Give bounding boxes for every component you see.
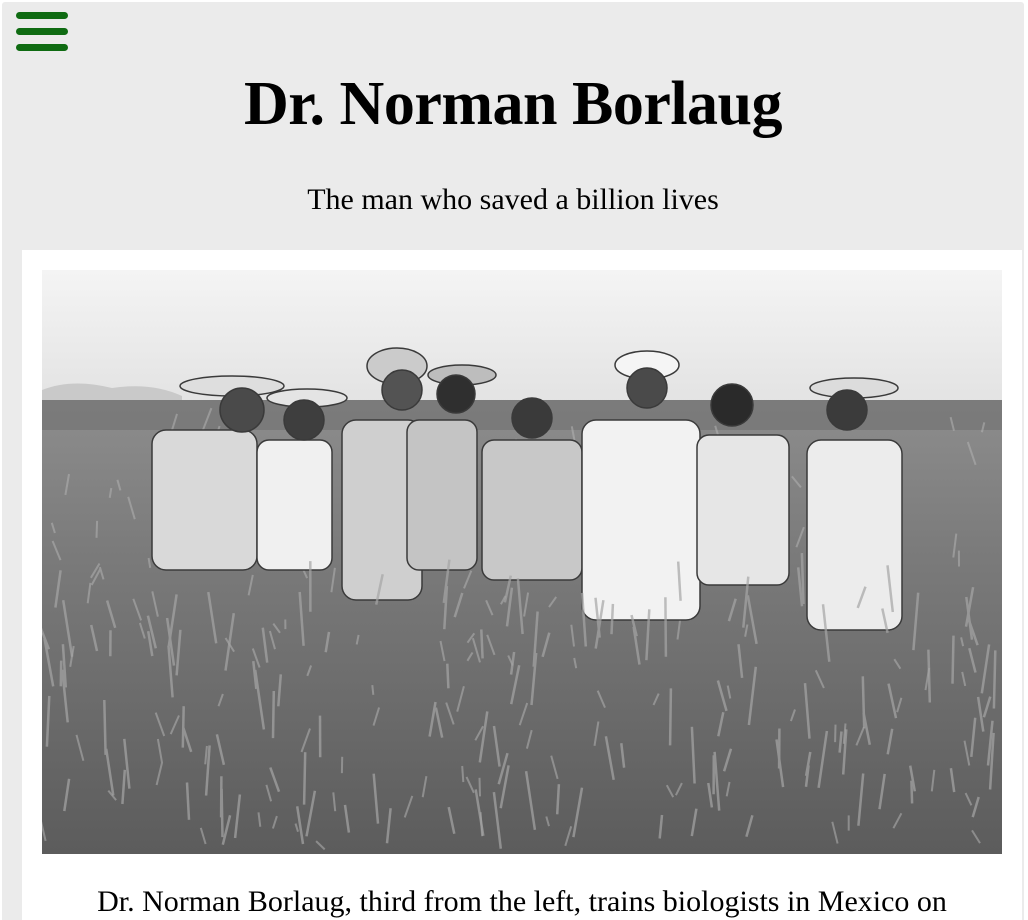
grass-stroke: [927, 649, 932, 703]
grass-stroke: [664, 597, 668, 657]
page-subtitle: The man who saved a billion lives: [307, 183, 719, 216]
grass-stroke: [95, 520, 99, 538]
grass-stroke: [302, 752, 307, 805]
grass-stroke: [461, 765, 465, 783]
page-container: Dr. Norman Borlaug The man who saved a b…: [2, 2, 1024, 920]
grass-stroke: [800, 553, 805, 605]
grass-stroke: [910, 780, 914, 804]
menu-bar-middle: [16, 28, 68, 35]
grass-stroke: [610, 603, 615, 635]
hamburger-menu-icon[interactable]: [16, 12, 68, 56]
grass-stroke: [555, 784, 561, 815]
grass-stroke: [220, 788, 224, 838]
menu-bar-bottom: [16, 44, 68, 51]
grass-stroke: [951, 635, 955, 684]
photo-caption: Dr. Norman Borlaug, third from the left,…: [97, 885, 947, 918]
grass-stroke: [668, 688, 673, 746]
grass-stroke: [478, 777, 481, 797]
grass-stroke: [480, 629, 484, 659]
grass-stroke: [446, 663, 450, 689]
grass-stroke: [992, 650, 997, 709]
grass-stroke: [181, 706, 185, 748]
grass-stroke: [371, 684, 375, 695]
grass-stroke: [271, 690, 276, 739]
content-card: Dr. Norman Borlaug, third from the left,…: [22, 250, 1022, 920]
menu-bar-top: [16, 12, 68, 19]
page-title: Dr. Norman Borlaug: [243, 70, 783, 138]
field-photo: [42, 270, 1002, 854]
grass-stroke: [861, 676, 866, 729]
grass-stroke: [103, 699, 107, 755]
